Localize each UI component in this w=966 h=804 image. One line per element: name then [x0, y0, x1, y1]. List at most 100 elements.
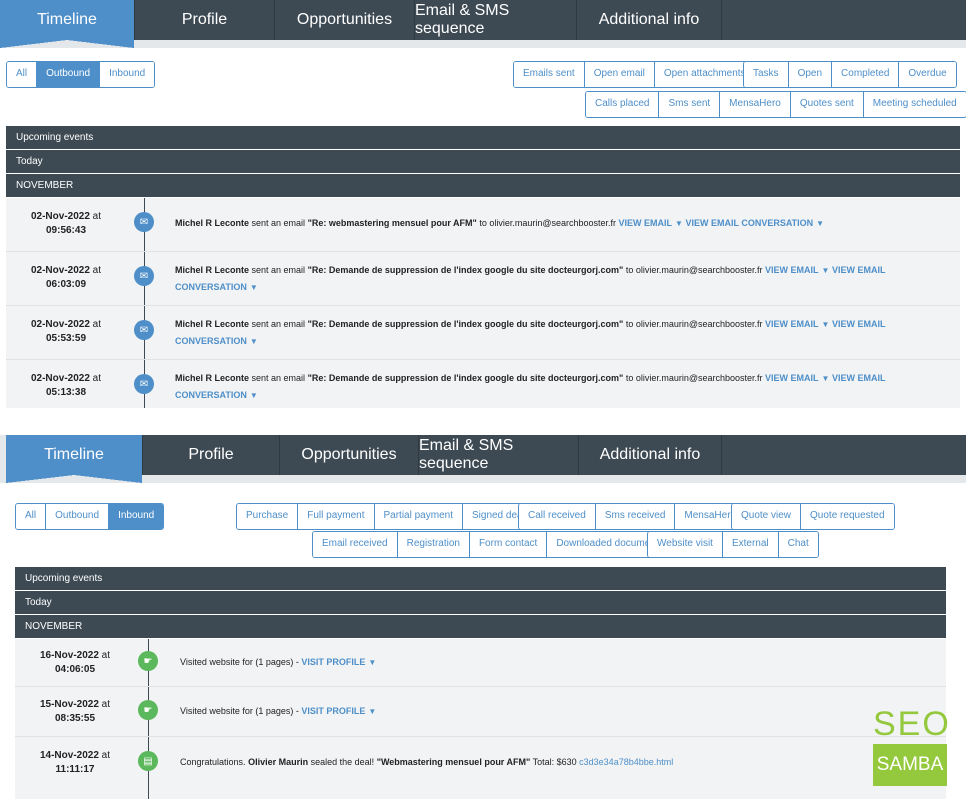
timeline-event: 02-Nov-2022 at 09:56:43 ✉ Michel R Lecont…: [6, 198, 960, 252]
view-email-conversation-link[interactable]: VIEW EMAIL CONVERSATION: [685, 218, 813, 228]
filter-purchase[interactable]: Purchase: [237, 504, 299, 529]
filter-inbound[interactable]: Inbound: [100, 62, 155, 87]
section-upcoming-events[interactable]: Upcoming events: [6, 126, 960, 150]
filter-meeting-scheduled[interactable]: Meeting scheduled: [863, 92, 966, 117]
lead-filter-group: Email received Registration Form contact…: [312, 531, 669, 558]
tab-timeline[interactable]: Timeline: [0, 0, 135, 48]
activity-filter-group: Calls placed Sms sent MensaHero Quotes s…: [585, 91, 966, 118]
filter-outbound[interactable]: Outbound: [37, 62, 101, 87]
filter-outbound[interactable]: Outbound: [46, 504, 110, 529]
timeline-event: 14-Nov-2022 at 11:11:17 ▤ Congratulations…: [15, 737, 946, 799]
filter-area: All Outbound Inbound Purchase Full payme…: [0, 483, 966, 558]
tab-profile[interactable]: Profile: [143, 435, 280, 475]
caret-down-icon[interactable]: ▼: [816, 219, 824, 228]
filter-open-email[interactable]: Open email: [584, 62, 655, 87]
tab-opportunities[interactable]: Opportunities: [280, 435, 419, 475]
filter-overdue[interactable]: Overdue: [899, 62, 956, 87]
filter-partial-payment[interactable]: Partial payment: [374, 504, 463, 529]
caret-down-icon[interactable]: ▼: [250, 337, 258, 346]
filter-completed[interactable]: Completed: [832, 62, 900, 87]
view-email-link[interactable]: VIEW EMAIL: [765, 373, 819, 383]
section-upcoming-events[interactable]: Upcoming events: [15, 567, 946, 591]
filter-full-payment[interactable]: Full payment: [298, 504, 375, 529]
envelope-icon: ✉: [134, 212, 154, 232]
tabs-strip: [0, 40, 966, 48]
section-november[interactable]: NOVEMBER: [15, 615, 946, 639]
panel-separator: [0, 412, 966, 435]
caret-down-icon[interactable]: ▼: [368, 658, 376, 667]
caret-down-icon[interactable]: ▼: [822, 320, 830, 329]
task-filter-group: Tasks Open Completed Overdue: [743, 61, 957, 88]
seo-samba-logo: SEO SAMBA: [873, 705, 951, 786]
outbound-timeline-panel: Timeline Profile Opportunities Email & S…: [0, 0, 966, 412]
view-email-link[interactable]: VIEW EMAIL: [619, 218, 673, 228]
filter-email-received[interactable]: Email received: [313, 532, 398, 557]
envelope-icon: ✉: [134, 320, 154, 340]
filter-tasks[interactable]: Tasks: [744, 62, 789, 87]
timeline-list: 02-Nov-2022 at 09:56:43 ✉ Michel R Lecont…: [6, 198, 960, 408]
visit-profile-link[interactable]: VISIT PROFILE: [301, 657, 365, 667]
caret-down-icon[interactable]: ▼: [675, 219, 683, 228]
envelope-icon: ✉: [134, 266, 154, 286]
tab-additional-info[interactable]: Additional info: [579, 435, 722, 475]
pointer-hand-icon: ☛: [138, 651, 158, 671]
filter-quotes-sent[interactable]: Quotes sent: [790, 92, 864, 117]
filter-mensahero[interactable]: MensaHero: [720, 92, 791, 117]
tab-additional-info[interactable]: Additional info: [577, 0, 722, 40]
section-november[interactable]: NOVEMBER: [6, 174, 960, 198]
filter-external[interactable]: External: [722, 532, 779, 557]
caret-down-icon[interactable]: ▼: [368, 707, 376, 716]
event-date: 02-Nov-2022 at 05:13:38: [30, 373, 102, 398]
event-text: Michel R Leconte sent an email "Re: Dema…: [175, 319, 886, 346]
filter-calls-placed[interactable]: Calls placed: [586, 92, 660, 117]
view-email-link[interactable]: VIEW EMAIL: [765, 265, 819, 275]
caret-down-icon[interactable]: ▼: [822, 266, 830, 275]
filter-call-received[interactable]: Call received: [519, 504, 596, 529]
timeline-wrapper: Upcoming events Today NOVEMBER 16-Nov-20…: [0, 553, 966, 799]
event-date: 02-Nov-2022 at 06:03:09: [30, 265, 102, 290]
tab-bar-wrapper: Timeline Profile Opportunities Email & S…: [0, 435, 966, 483]
filter-all[interactable]: All: [7, 62, 38, 87]
web-filter-group: Website visit External Chat: [647, 531, 819, 558]
filter-all[interactable]: All: [16, 504, 47, 529]
filter-open[interactable]: Open: [788, 62, 833, 87]
filter-form-contact[interactable]: Form contact: [469, 532, 548, 557]
event-date: 14-Nov-2022 at 11:11:17: [39, 750, 111, 775]
tab-bar: Timeline Profile Opportunities Email & S…: [0, 0, 966, 48]
tab-timeline[interactable]: Timeline: [6, 435, 143, 483]
tab-bar: Timeline Profile Opportunities Email & S…: [6, 435, 966, 483]
section-today[interactable]: Today: [15, 591, 946, 615]
filter-area: All Outbound Inbound Emails sent Open em…: [0, 48, 966, 126]
visit-profile-link[interactable]: VISIT PROFILE: [301, 706, 365, 716]
tab-opportunities[interactable]: Opportunities: [275, 0, 415, 40]
tab-email-sms-sequence[interactable]: Email & SMS sequence: [419, 435, 579, 475]
event-date: 02-Nov-2022 at 09:56:43: [30, 211, 102, 236]
caret-down-icon[interactable]: ▼: [250, 283, 258, 292]
filter-sms-sent[interactable]: Sms sent: [659, 92, 721, 117]
event-text: Visited website for (1 pages) - VISIT PR…: [180, 657, 377, 667]
event-text: Visited website for (1 pages) - VISIT PR…: [180, 706, 377, 716]
filter-quote-view[interactable]: Quote view: [732, 504, 802, 529]
deal-file-link[interactable]: c3d3e34a78b4bbe.html: [579, 757, 673, 767]
filter-chat[interactable]: Chat: [778, 532, 818, 557]
filter-emails-sent[interactable]: Emails sent: [514, 62, 585, 87]
tabs-strip: [0, 475, 966, 483]
filter-quote-requested[interactable]: Quote requested: [801, 504, 894, 529]
inbound-timeline-panel: Timeline Profile Opportunities Email & S…: [0, 435, 966, 804]
received-filter-group: Call received Sms received MensaHero: [518, 503, 747, 530]
caret-down-icon[interactable]: ▼: [822, 374, 830, 383]
timeline-event: 02-Nov-2022 at 06:03:09 ✉ Michel R Lecont…: [6, 252, 960, 306]
filter-website-visit[interactable]: Website visit: [648, 532, 723, 557]
tab-email-sms-sequence[interactable]: Email & SMS sequence: [415, 0, 577, 40]
tab-profile[interactable]: Profile: [135, 0, 275, 40]
caret-down-icon[interactable]: ▼: [250, 391, 258, 400]
filter-inbound[interactable]: Inbound: [109, 504, 164, 529]
email-filter-group: Emails sent Open email Open attachments: [513, 61, 756, 88]
filter-open-attachments[interactable]: Open attachments: [654, 62, 755, 87]
filter-registration[interactable]: Registration: [397, 532, 470, 557]
timeline-event: 02-Nov-2022 at 05:53:59 ✉ Michel R Lecont…: [6, 306, 960, 360]
section-today[interactable]: Today: [6, 150, 960, 174]
view-email-link[interactable]: VIEW EMAIL: [765, 319, 819, 329]
filter-sms-received[interactable]: Sms received: [595, 504, 676, 529]
logo-seo-text: SEO: [873, 705, 951, 743]
